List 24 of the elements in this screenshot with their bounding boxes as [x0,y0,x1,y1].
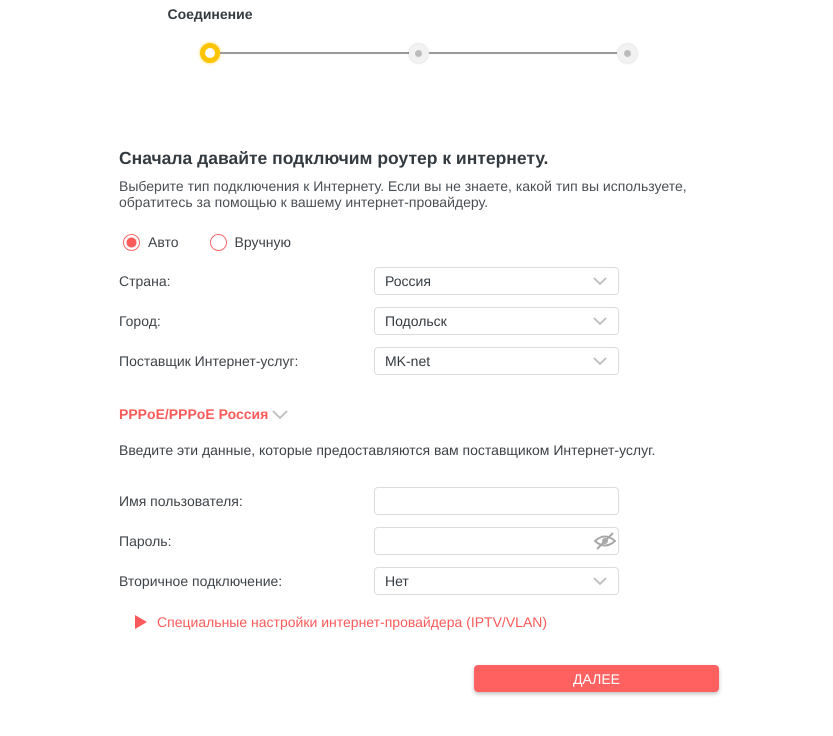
field-label: Пароль: [119,533,172,549]
description-text: Выберите тип подключения к Интернету. Если вы не знаете, какой тип вы используете, обратитесь за помощью к вашему интернет-провайдеру. [119,178,688,210]
field-label: Имя пользователя: [119,493,243,509]
text-field[interactable] [374,487,619,515]
password-field[interactable] [374,527,619,555]
select-field[interactable]: Россия [374,267,619,295]
hint-text: Введите эти данные, которые предоставляются вам поставщиком Интернет-услуг. [119,442,656,458]
select-field[interactable]: Нет [374,567,619,595]
field-label: Поставщик Интернет-услуг: [119,353,298,369]
select-field[interactable]: MK-net [374,347,619,375]
chevron-down-icon [272,410,288,418]
page-heading: Сначала давайте подключим роутер к интернету. [119,147,550,169]
chevron-down-icon [593,277,607,285]
radio-option[interactable]: Авто [123,232,179,252]
eye-slash-icon[interactable] [594,532,616,550]
field-label: Страна: [119,273,171,289]
chevron-down-icon [593,577,607,585]
field-label: Вторичное подключение: [119,573,282,589]
chevron-down-icon [593,357,607,365]
radio-option[interactable]: Вручную [210,232,292,252]
field-label: Город: [119,313,161,329]
step-label: Соединение [167,6,253,22]
select-field[interactable]: Подольск [374,307,619,335]
chevron-down-icon [593,317,607,325]
